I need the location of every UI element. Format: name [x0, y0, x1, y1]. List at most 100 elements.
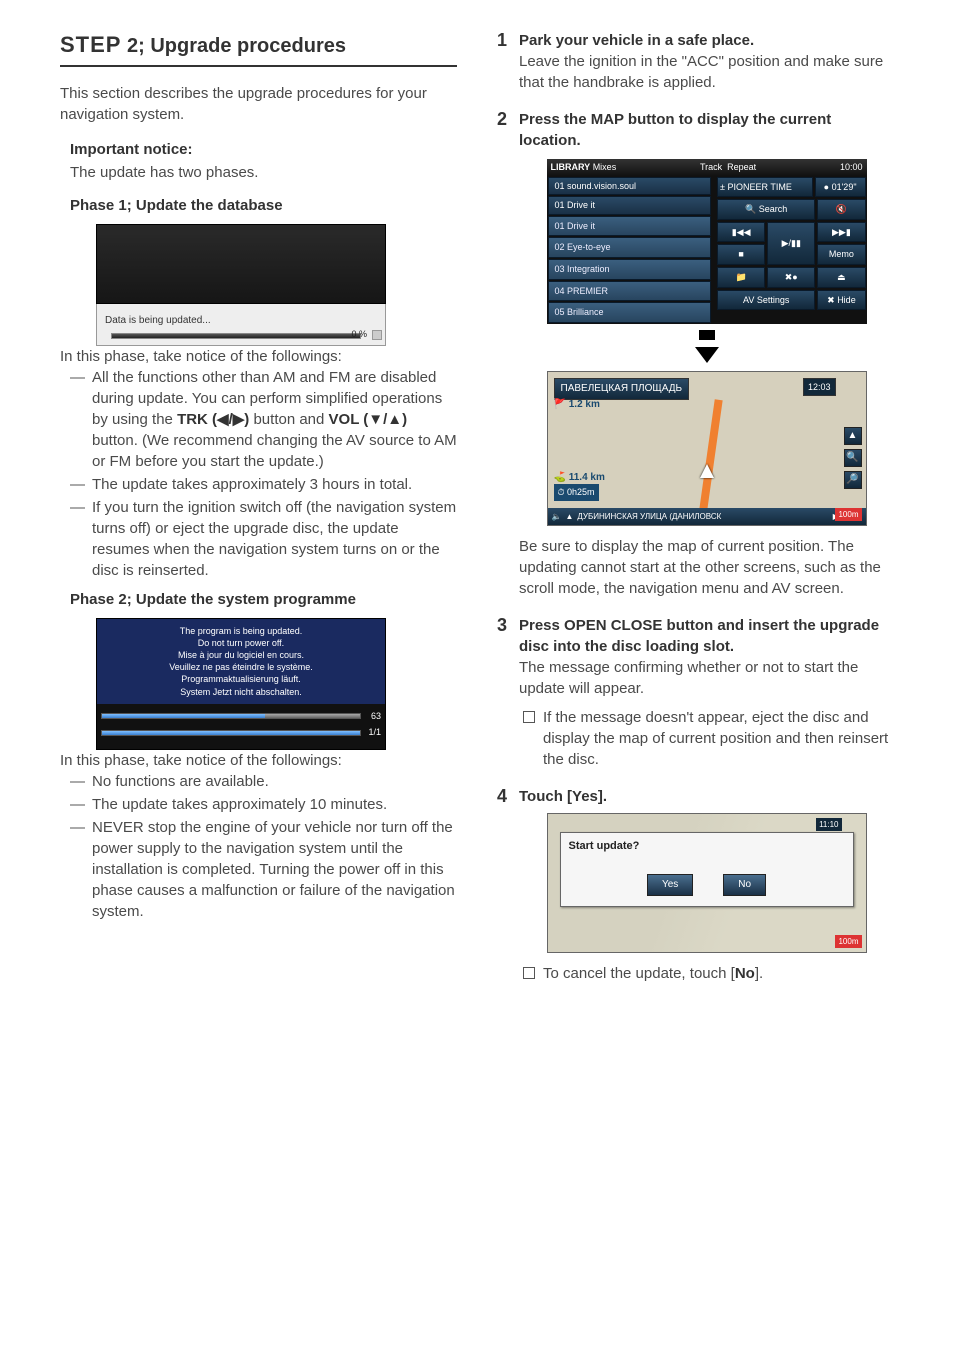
fig-prog-line-5: Programmaktualisierung läuft. — [103, 673, 379, 685]
step-3-command: Press OPEN CLOSE button and insert the u… — [519, 617, 879, 655]
map-zoom-out-button[interactable]: 🔎 — [844, 471, 862, 489]
step-1-body: Leave the ignition in the "ACC" position… — [519, 53, 883, 91]
phase2-heading: Phase 2; Update the system programme — [70, 589, 457, 610]
map-topbar: ПАВЕЛЕЦКАЯ ПЛОЩАДЬ — [554, 378, 690, 400]
map-up-button[interactable]: ▲ — [844, 427, 862, 445]
lib-track: Track — [700, 162, 722, 172]
programme-progress-pct-1: 63 — [365, 710, 381, 723]
step-2-after-body: Be sure to display the map of current po… — [519, 536, 894, 599]
step-word: STEP — [60, 32, 121, 57]
phase1-heading: Phase 1; Update the database — [70, 195, 457, 216]
confirm-question: Start update? — [569, 839, 845, 854]
figure-library-screen: LIBRARY Mixes Track Repeat 10:00 01 soun… — [547, 159, 867, 324]
lib-item-1[interactable]: 01 Drive it — [548, 216, 712, 237]
fig-prog-line-2: Do not turn power off. — [103, 637, 379, 649]
progress-stop-icon — [372, 330, 382, 340]
fig-prog-line-6: System Jetzt nicht abschalten. — [103, 686, 379, 698]
fig-prog-line-4: Veuillez ne pas éteindre le système. — [103, 661, 379, 673]
lib-clock: 10:00 — [840, 161, 863, 174]
programme-progress-bar-1 — [101, 713, 361, 719]
confirm-no-button[interactable]: No — [723, 874, 766, 896]
confirm-dialog: Start update? Yes No — [560, 832, 854, 907]
confirm-time: 11:10 — [816, 818, 841, 831]
step-4-note: To cancel the update, touch [No]. — [523, 963, 894, 984]
important-notice-heading: Important notice: — [70, 139, 457, 160]
figure-map-screen: ПАВЕЛЕЦКАЯ ПЛОЩАДЬ 12:03 🚩 1.2 km ⛳ 11.4… — [547, 371, 867, 526]
map-next-distance: 🚩 1.2 km — [554, 398, 600, 412]
phase2-bullet-1: No functions are available. — [70, 771, 457, 792]
lib-hide-button[interactable]: ✖ Hide — [817, 290, 865, 311]
map-eta-distance: ⛳ 11.4 km — [554, 471, 605, 485]
trk-button-label: TRK (◀/▶) — [177, 411, 249, 428]
map-eta-time: ⏱ 0h25m — [554, 484, 599, 501]
step-4-number: 4 — [497, 784, 507, 809]
step-3-number: 3 — [497, 613, 507, 638]
lib-item-5[interactable]: 05 Brilliance — [548, 302, 712, 323]
phase1-bullet-1: All the functions other than AM and FM a… — [70, 367, 457, 472]
step-rest: 2; Upgrade procedures — [121, 35, 346, 57]
lib-vol-icon[interactable]: 🔇 — [817, 199, 865, 220]
lib-elapsed: ● 01'29" — [815, 177, 866, 198]
step-2-number: 2 — [497, 107, 507, 132]
lib-memo-button[interactable]: Memo — [817, 244, 865, 265]
phase2-bullets: No functions are available. The update t… — [60, 771, 457, 922]
phase2-bullet-2: The update takes approximately 10 minute… — [70, 794, 457, 815]
step-4-note-no: No — [735, 965, 755, 982]
lib-search-button[interactable]: 🔍 Search — [717, 199, 815, 220]
lib-av-settings-button[interactable]: AV Settings — [717, 290, 815, 311]
lib-repeat: Repeat — [727, 162, 756, 172]
phase1-note-intro: In this phase, take notice of the follow… — [60, 346, 457, 367]
lib-item-4[interactable]: 04 PREMIER — [548, 281, 712, 302]
lib-item-3[interactable]: 03 Integration — [548, 259, 712, 280]
step-4: 4 Touch [Yes]. 11:10 Start update? Yes N… — [497, 786, 894, 984]
phase2-bullet-3: NEVER stop the engine of your vehicle no… — [70, 817, 457, 922]
important-notice-body: The update has two phases. — [70, 162, 457, 183]
phase1-bullet-1-b: button. (We recommend changing the AV so… — [92, 432, 457, 470]
figure-update-database-preview — [96, 224, 386, 304]
lib-playpause-button[interactable]: ▶/▮▮ — [767, 222, 815, 265]
lib-item-2[interactable]: 02 Eye-to-eye — [548, 237, 712, 258]
lib-folder-button[interactable]: 📁 — [717, 267, 765, 288]
lib-sub: Mixes — [593, 162, 617, 172]
map-scale-badge: 100m — [835, 508, 861, 521]
progress-percent: 0 % — [351, 328, 367, 341]
lib-rec-button[interactable]: ✖● — [767, 267, 815, 288]
figure-update-database-caption: Data is being updated... — [105, 315, 211, 326]
programme-progress-bar-2 — [101, 730, 361, 736]
step-1-number: 1 — [497, 28, 507, 53]
step-4-note-b: ]. — [755, 965, 763, 982]
lib-stop-button[interactable]: ■ — [717, 244, 765, 265]
map-time: 12:03 — [803, 378, 836, 397]
lib-next-button[interactable]: ▶▶▮ — [817, 222, 865, 243]
step-3-note: If the message doesn't appear, eject the… — [523, 707, 894, 770]
figure-update-database: Data is being updated... 0 % — [96, 224, 386, 346]
step-header: STEP 2; Upgrade procedures — [60, 30, 457, 67]
fig-prog-line-1: The program is being updated. — [103, 625, 379, 637]
lib-group: 01 sound.vision.soul — [548, 177, 712, 196]
step-2-command: Press the MAP button to display the curr… — [519, 111, 831, 149]
map-zoom-in-button[interactable]: 🔍 — [844, 449, 862, 467]
lib-eject-button[interactable]: ⏏ — [817, 267, 865, 288]
step-3-body: The message confirming whether or not to… — [519, 659, 858, 697]
map-vehicle-cursor-icon — [700, 464, 714, 478]
figure-update-programme: The program is being updated. Do not tur… — [96, 618, 386, 750]
step-3: 3 Press OPEN CLOSE button and insert the… — [497, 615, 894, 770]
step-4-command: Touch [Yes]. — [519, 788, 607, 805]
intro-paragraph: This section describes the upgrade proce… — [60, 83, 457, 125]
progress-bar — [111, 333, 361, 339]
lib-pioneer-time: ± PIONEER TIME — [717, 177, 813, 198]
phase1-bullets: All the functions other than AM and FM a… — [60, 367, 457, 581]
confirm-yes-button[interactable]: Yes — [647, 874, 693, 896]
phase1-bullet-3: If you turn the ignition switch off (the… — [70, 497, 457, 581]
phase1-bullet-1-mid: button and — [249, 411, 328, 428]
fig-prog-line-3: Mise à jour du logiciel en cours. — [103, 649, 379, 661]
phase1-bullet-2: The update takes approximately 3 hours i… — [70, 474, 457, 495]
lib-prev-button[interactable]: ▮◀◀ — [717, 222, 765, 243]
figure-confirm-dialog: 11:10 Start update? Yes No 100m — [547, 813, 867, 953]
confirm-scale-badge: 100m — [835, 935, 861, 948]
arrow-down-icon — [519, 330, 894, 363]
step-2: 2 Press the MAP button to display the cu… — [497, 109, 894, 599]
map-bottom-street: 🔈 ▲ ДУБИНИНСКАЯ УЛИЦА (ДАНИЛОВСК ▶ ◀▮ ⏏ — [548, 508, 866, 525]
step-1-command: Park your vehicle in a safe place. — [519, 32, 754, 49]
programme-progress-pct-2: 1/1 — [365, 726, 381, 739]
